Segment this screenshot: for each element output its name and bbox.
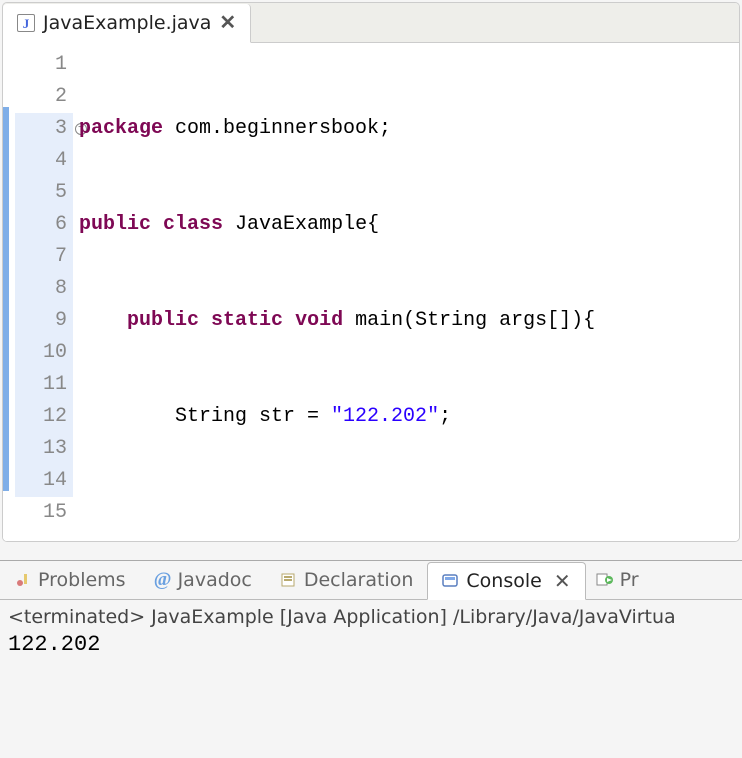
editor-tab-bar: J JavaExample.java ✕	[3, 3, 739, 43]
line-number: 1	[15, 49, 73, 81]
close-icon[interactable]: ✕	[554, 569, 571, 593]
line-number: 7	[15, 241, 73, 273]
keyword: static	[211, 309, 283, 332]
tab-label: JavaExample.java	[43, 12, 211, 34]
line-number: 6	[15, 209, 73, 241]
line-number: 3−	[15, 113, 73, 145]
line-number: 11	[15, 369, 73, 401]
line-number: 10	[15, 337, 73, 369]
run-icon	[596, 571, 614, 589]
keyword: class	[163, 213, 223, 236]
problems-icon	[14, 571, 32, 589]
panel-tab-bar: Problems @ Javadoc Declaration Console ✕…	[0, 560, 742, 600]
console-output: 122.202	[0, 630, 742, 659]
string-literal: "122.202"	[331, 405, 439, 428]
tab-problems[interactable]: Problems	[0, 563, 140, 597]
java-file-icon: J	[17, 14, 35, 32]
line-number: 15	[15, 497, 73, 529]
code-text: ;	[439, 405, 451, 428]
line-number-gutter: 123−456789101112131415	[15, 43, 73, 542]
editor-tab[interactable]: J JavaExample.java ✕	[3, 4, 251, 43]
javadoc-icon: @	[154, 571, 172, 589]
tab-partial[interactable]: Pr	[586, 563, 653, 597]
tab-console[interactable]: Console ✕	[427, 562, 585, 600]
editor-area: J JavaExample.java ✕ 123−456789101112131…	[2, 2, 740, 542]
code-text: com.beginnersbook;	[163, 117, 391, 140]
close-icon[interactable]: ✕	[219, 10, 236, 36]
line-number: 2	[15, 81, 73, 113]
keyword: void	[295, 309, 343, 332]
keyword: public	[127, 309, 199, 332]
console-status: <terminated> JavaExample [Java Applicati…	[0, 600, 742, 630]
tab-javadoc[interactable]: @ Javadoc	[140, 563, 266, 597]
line-number: 14	[15, 465, 73, 497]
tab-declaration[interactable]: Declaration	[266, 563, 428, 597]
bottom-panel: Problems @ Javadoc Declaration Console ✕…	[0, 560, 742, 659]
line-number: 4	[15, 145, 73, 177]
code-text: String str =	[175, 405, 331, 428]
marker-bar	[3, 43, 15, 542]
line-number: 12	[15, 401, 73, 433]
code-container: 123−456789101112131415 package com.begin…	[3, 43, 739, 542]
code-editor[interactable]: package com.beginnersbook; public class …	[73, 43, 739, 542]
line-number: 13	[15, 433, 73, 465]
line-number: 8	[15, 273, 73, 305]
keyword: package	[79, 117, 163, 140]
line-number: 9	[15, 305, 73, 337]
code-text: main(String args[]){	[343, 309, 595, 332]
declaration-icon	[280, 571, 298, 589]
console-icon	[442, 572, 460, 590]
line-number: 5	[15, 177, 73, 209]
code-text: JavaExample{	[223, 213, 379, 236]
keyword: public	[79, 213, 151, 236]
